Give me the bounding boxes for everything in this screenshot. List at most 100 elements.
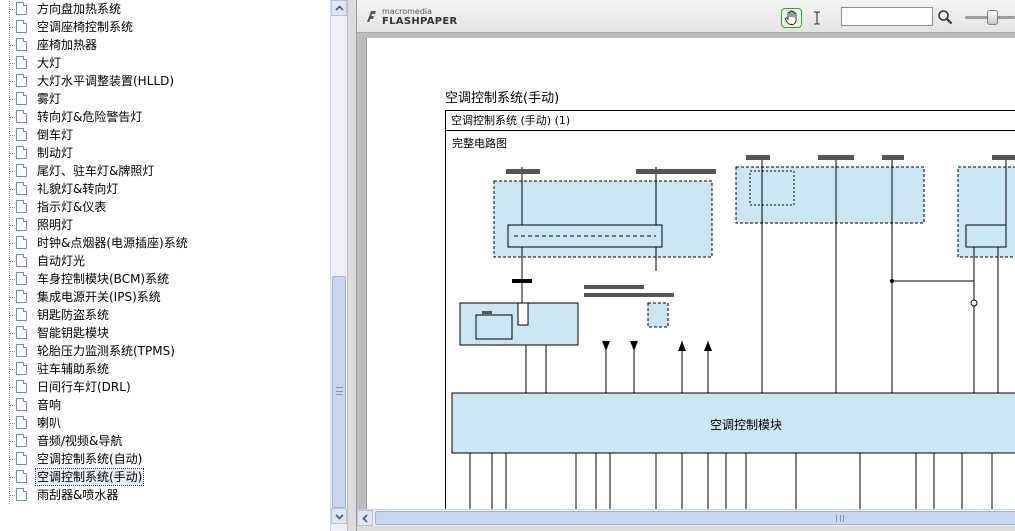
label-mark [506, 169, 540, 174]
tree-item-label: 指示灯&仪表 [37, 200, 107, 214]
tree-scroll-down-button[interactable] [331, 508, 347, 524]
tree-item-label: 雨刮器&喷水器 [37, 488, 119, 502]
tree-item[interactable]: 雨刮器&喷水器 [0, 485, 330, 504]
find-input[interactable] [841, 7, 933, 26]
tree-item-label: 大灯 [37, 56, 62, 70]
wire-junction [890, 279, 894, 283]
tree-item[interactable]: 喇叭 [0, 413, 330, 432]
tree-item[interactable]: 音频/视频&导航 [0, 431, 330, 450]
topic-tree-panel: 方向盘加热系统 空调座椅控制系统 座椅加热器大灯 大灯水平调整装置(HLLD) 雾灯转向… [0, 0, 330, 531]
tree-item-label: 尾灯、驻车灯&牌照灯 [37, 164, 155, 178]
label-mark [584, 293, 674, 297]
flashpaper-logo: macromedia FLASHPAPER [365, 7, 457, 29]
resistor [517, 302, 529, 326]
tree-item-label: 日间行车灯(DRL) [37, 380, 131, 394]
arrow-down-icon [334, 513, 344, 520]
section-title: 空调控制系统(手动) [445, 91, 560, 106]
tree-item-label: 驻车辅助系统 [37, 362, 110, 376]
tree-item[interactable]: 照明灯 [0, 215, 330, 234]
tree-item[interactable]: 空调座椅控制系统 [0, 17, 330, 36]
tree-item[interactable]: 轮胎压力监测系统(TPMS) [0, 341, 330, 360]
tree-item[interactable]: 日间行车灯(DRL) [0, 377, 330, 396]
page-icon [16, 326, 27, 339]
tree-item[interactable]: 制动灯 [0, 143, 330, 162]
connector-region [647, 302, 669, 328]
viewer-scroll-left-button[interactable] [357, 510, 373, 526]
tree-item[interactable]: 时钟&点烟器(电源插座)系统 [0, 233, 330, 252]
tree-item[interactable]: 转向灯&危险警告灯 [0, 107, 330, 126]
connector-arrows [602, 341, 712, 351]
label-mark [584, 285, 644, 289]
document-page: 空调控制系统(手动) 空调控制系统 (手动) (1) 完整电路图 空调控制模块 [366, 38, 1015, 518]
tree-item[interactable]: 大灯 [0, 53, 330, 72]
relay-box-region [735, 166, 925, 224]
tree-item-label: 座椅加热器 [37, 38, 98, 52]
tree-item[interactable]: 大灯水平调整装置(HLLD) [0, 71, 330, 90]
tree-item-label: 方向盘加热系统 [37, 2, 122, 16]
viewer-toolbar: macromedia FLASHPAPER [357, 0, 1015, 33]
document-viewer: macromedia FLASHPAPER 空调控制系统(手动) 空调控制系统 … [357, 0, 1015, 531]
tree-item-label: 转向灯&危险警告灯 [37, 110, 143, 124]
circuit-diagram-drawing [451, 155, 1015, 518]
tree-item[interactable]: 倒车灯 [0, 125, 330, 144]
topic-tree: 方向盘加热系统 空调座椅控制系统 座椅加热器大灯 大灯水平调整装置(HLLD) 雾灯转向… [0, 0, 330, 504]
page-icon [16, 110, 27, 123]
label-mark [746, 155, 770, 160]
page-icon [16, 236, 27, 249]
tree-item-label: 时钟&点烟器(电源插座)系统 [37, 236, 188, 250]
tree-vertical-scrollbar[interactable] [330, 0, 347, 531]
fuse-block-region [493, 180, 713, 258]
page-icon [16, 74, 27, 87]
tree-item[interactable]: 空调控制系统(自动) [0, 449, 330, 468]
tree-item[interactable]: 集成电源开关(IPS)系统 [0, 287, 330, 306]
label-mark [992, 155, 1015, 160]
tree-item[interactable]: 空调控制系统(手动) [0, 467, 330, 486]
tree-item[interactable]: 尾灯、驻车灯&牌照灯 [0, 161, 330, 180]
hand-tool-icon [784, 10, 797, 25]
page-icon [16, 470, 27, 483]
text-select-tool-button[interactable] [810, 8, 824, 28]
page-icon [16, 416, 27, 429]
tree-item[interactable]: 钥匙防盗系统 [0, 305, 330, 324]
zoom-slider[interactable] [961, 8, 1015, 26]
viewer-scroll-thumb[interactable] [375, 511, 1015, 525]
branch-wires [521, 247, 999, 393]
page-icon [16, 56, 27, 69]
tree-item-label: 空调座椅控制系统 [37, 20, 134, 34]
page-icon [16, 200, 27, 213]
tree-scroll-thumb[interactable] [332, 276, 346, 508]
panel-splitter[interactable] [347, 0, 357, 531]
tree-item-label: 喇叭 [37, 416, 62, 430]
tree-item[interactable]: 自动灯光 [0, 251, 330, 270]
page-icon [16, 38, 27, 51]
tree-item[interactable]: 指示灯&仪表 [0, 197, 330, 216]
tree-item-label: 智能钥匙模块 [37, 326, 110, 340]
page-icon [16, 290, 27, 303]
tree-item-label: 空调控制系统(手动) [34, 468, 145, 486]
page-icon [16, 308, 27, 321]
page-icon [16, 20, 27, 33]
page-icon [16, 146, 27, 159]
page-area[interactable]: 空调控制系统(手动) 空调控制系统 (手动) (1) 完整电路图 空调控制模块 [357, 34, 1015, 518]
tree-item-label: 轮胎压力监测系统(TPMS) [37, 344, 175, 358]
tree-item[interactable]: 礼貌灯&转向灯 [0, 179, 330, 198]
tree-item[interactable]: 方向盘加热系统 [0, 0, 330, 18]
page-icon [16, 272, 27, 285]
zoom-slider-thumb[interactable] [987, 10, 998, 25]
tree-item[interactable]: 智能钥匙模块 [0, 323, 330, 342]
tree-item[interactable]: 驻车辅助系统 [0, 359, 330, 378]
page-icon [16, 164, 27, 177]
tree-item[interactable]: 雾灯 [0, 89, 330, 108]
tree-item[interactable]: 座椅加热器 [0, 35, 330, 54]
label-mark [482, 311, 492, 314]
page-icon [16, 92, 27, 105]
magnifier-icon[interactable] [937, 9, 953, 25]
tree-item[interactable]: 音响 [0, 395, 330, 414]
hand-tool-button[interactable] [781, 8, 802, 28]
tree-item-label: 倒车灯 [37, 128, 74, 142]
text-select-icon [814, 11, 820, 25]
viewer-horizontal-scrollbar[interactable] [357, 509, 1015, 526]
tree-item-label: 车身控制模块(BCM)系统 [37, 272, 170, 286]
tree-item[interactable]: 车身控制模块(BCM)系统 [0, 269, 330, 288]
tree-scroll-up-button[interactable] [331, 0, 347, 16]
